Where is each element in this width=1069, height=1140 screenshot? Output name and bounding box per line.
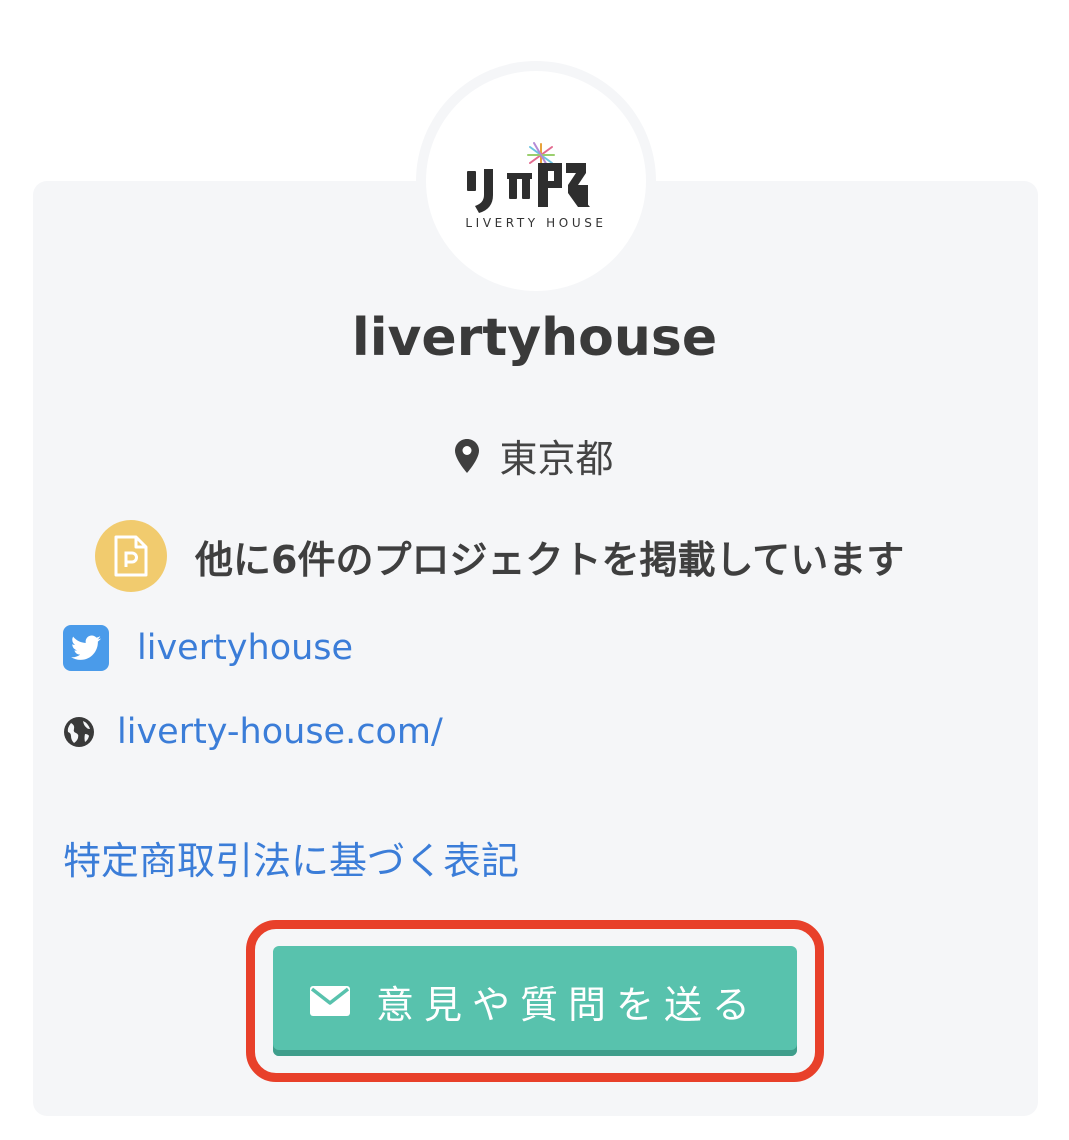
twitter-link[interactable]: livertyhouse — [63, 625, 353, 671]
commercial-law-link[interactable]: 特定商取引法に基づく表記 — [63, 830, 519, 885]
logo-caption: LIVERTY HOUSE — [465, 216, 607, 230]
other-projects-text: 他に6件のプロジェクトを掲載しています — [195, 537, 905, 582]
website-url: liverty-house.com/ — [117, 712, 443, 752]
project-document-icon — [95, 520, 167, 592]
map-pin-icon — [455, 438, 480, 473]
profile-page: LIVERTY HOUSE livertyhouse 東京都 他に6件のプロジェ… — [0, 0, 1069, 1140]
website-link[interactable]: liverty-house.com/ — [63, 712, 443, 752]
twitter-icon — [63, 625, 109, 671]
location-text: 東京都 — [499, 437, 614, 481]
location: 東京都 — [0, 428, 1069, 483]
send-feedback-button[interactable]: 意見や質問を送る — [273, 946, 797, 1056]
liverty-house-logo — [467, 142, 590, 213]
send-feedback-label: 意見や質問を送る — [375, 982, 760, 1027]
username: livertyhouse — [351, 308, 718, 368]
twitter-handle: livertyhouse — [137, 628, 354, 668]
envelope-icon — [309, 986, 350, 1016]
globe-icon — [64, 717, 94, 747]
avatar-ring: LIVERTY HOUSE — [416, 61, 656, 301]
other-projects[interactable]: 他に6件のプロジェクトを掲載しています — [95, 520, 904, 592]
avatar: LIVERTY HOUSE — [426, 71, 646, 291]
